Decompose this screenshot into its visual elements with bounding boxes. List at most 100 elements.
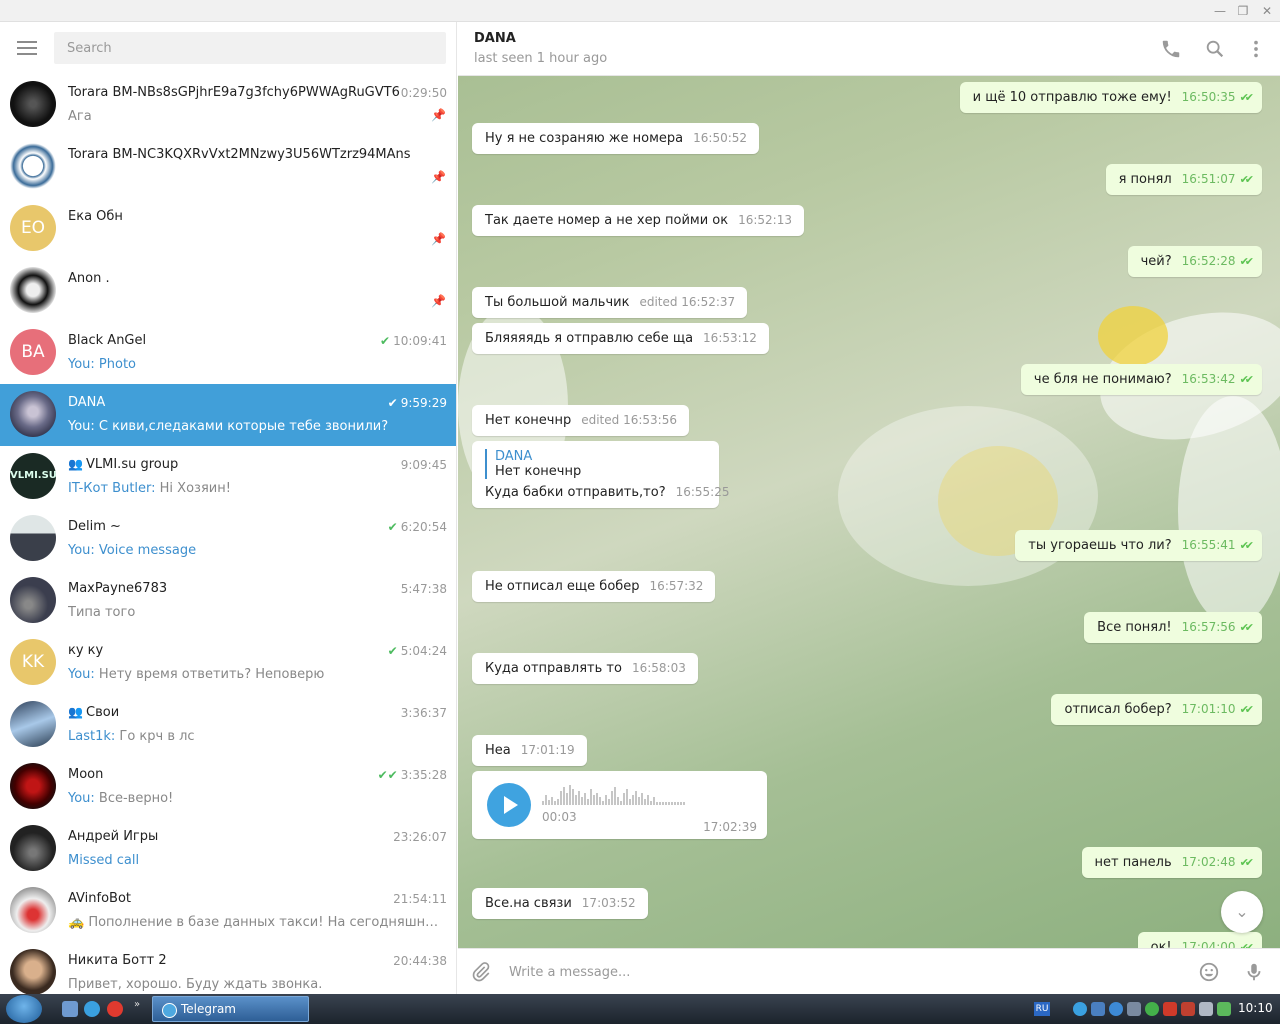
message-incoming[interactable]: Не отписал еще бобер 16:57:32	[472, 571, 716, 602]
message-outgoing[interactable]: нет панель 17:02:48 ✔✔	[1081, 847, 1262, 878]
chat-item-andrey[interactable]: Андрей Игры 23:26:07 Missed call	[0, 818, 456, 880]
chat-item-dana[interactable]: DANA ✔ 9:59:29 You: С киви,следаками кото…	[0, 384, 456, 446]
double-check-icon: ✔✔	[1239, 856, 1255, 869]
message-incoming[interactable]: Бляяяядь я отправлю себе ща 16:53:12	[472, 323, 769, 354]
close-icon[interactable]: ✕	[1259, 3, 1275, 19]
message-outgoing[interactable]: отписал бобер? 17:01:10 ✔✔	[1051, 694, 1262, 725]
chat-item-avinfobot[interactable]: AVinfoBot 21:54:11 🚕 Пополнение в базе д…	[0, 880, 456, 942]
message-incoming[interactable]: Неа 17:01:19	[472, 735, 587, 766]
avatar: KK	[10, 639, 56, 685]
message-composer	[458, 948, 1280, 994]
chat-sidebar: Torara BM-NBs8sGPjhrE9a7g3fchy6PWWAgRuGV…	[0, 22, 457, 994]
attach-icon[interactable]	[470, 961, 492, 983]
tray-utorrent-icon[interactable]	[1145, 1002, 1159, 1016]
chat-item-maxpayne[interactable]: MaxPayne6783 5:47:38 Типа того	[0, 570, 456, 632]
avatar	[10, 763, 56, 809]
maximize-icon[interactable]: ❐	[1235, 3, 1251, 19]
avatar	[10, 81, 56, 127]
hamburger-menu-icon[interactable]	[17, 41, 37, 55]
message-incoming[interactable]: Ну я не созраняю же номера 16:50:52	[472, 123, 760, 154]
tray-network-icon[interactable]	[1091, 1002, 1105, 1016]
tray-shield-icon[interactable]	[1217, 1002, 1231, 1016]
message-time: 17:03:52	[581, 896, 636, 910]
message-incoming[interactable]: Так даете номер а не хер пойми ок 16:52:1…	[472, 205, 804, 236]
scroll-down-button[interactable]: ⌄	[1221, 891, 1263, 933]
chat-item-anon[interactable]: Anon . 📌	[0, 260, 456, 322]
tray-telegram-icon[interactable]	[1073, 1002, 1087, 1016]
voice-waveform[interactable]	[542, 785, 752, 807]
message-text: Куда отправлять то	[485, 661, 622, 676]
overflow-chevron-icon[interactable]: »	[134, 999, 140, 1010]
chat-item-moon[interactable]: Moon ✔✔ 3:35:28 You: Все-верно!	[0, 756, 456, 818]
message-text: отписал бобер?	[1064, 702, 1172, 717]
chat-item-svoi[interactable]: 👥 Свои 3:36:37 Last1k: Го крч в лс	[0, 694, 456, 756]
chat-item-torara-1[interactable]: Torara BM-NBs8sGPjhrE9a7g3fchy6PWWAgRuGV…	[0, 74, 456, 136]
more-vertical-icon[interactable]	[1245, 38, 1267, 60]
volume-icon[interactable]	[1199, 1002, 1213, 1016]
chat-name: MaxPayne6783	[68, 581, 168, 596]
check-icon: ✔	[387, 396, 398, 410]
chat-item-black-angel[interactable]: BA Black AnGel ✔ 10:09:41 You: Photo	[0, 322, 456, 384]
avatar	[10, 825, 56, 871]
system-clock[interactable]: 10:10	[1238, 1001, 1273, 1015]
reply-quote[interactable]: DANA Нет конечнр	[485, 449, 707, 479]
tray-tools-icon[interactable]	[1181, 1002, 1195, 1016]
pin-icon: 📌	[431, 232, 446, 246]
chat-time: 23:26:07	[393, 830, 447, 844]
message-time: 16:53:12	[703, 331, 757, 345]
taskbar-telegram-button[interactable]: Telegram	[152, 996, 309, 1022]
message-outgoing[interactable]: че бля не понимаю? 16:53:42 ✔✔	[1020, 364, 1262, 395]
message-incoming[interactable]: Все.на связи 17:03:52	[472, 888, 648, 919]
microphone-icon[interactable]	[1243, 961, 1265, 983]
search-icon[interactable]	[1204, 38, 1226, 60]
chat-preview: You: Все-верно!	[68, 791, 174, 806]
telegram-icon[interactable]	[84, 1001, 100, 1017]
message-outgoing[interactable]: ок! 17:04:00 ✔✔	[1137, 932, 1262, 948]
message-outgoing[interactable]: ты угораешь что ли? 16:55:41 ✔✔	[1015, 530, 1262, 561]
message-incoming[interactable]: Ты большой мальчик edited 16:52:37	[472, 287, 748, 318]
tray-antivirus-icon[interactable]	[1163, 1002, 1177, 1016]
group-icon: 👥	[68, 457, 83, 471]
message-area[interactable]: и щё 10 отправлю тоже ему! 16:50:35 ✔✔ Ну …	[458, 76, 1280, 948]
message-incoming[interactable]: Нет конечнр edited 16:53:56	[472, 405, 689, 436]
chat-item-eka[interactable]: ЕО Ека Обн 📌	[0, 198, 456, 260]
minimize-icon[interactable]: —	[1212, 3, 1228, 19]
chat-item-torara-2[interactable]: Torara BM-NC3KQXRvVxt2MNzwy3U56WTzrz94MA…	[0, 136, 456, 198]
message-outgoing[interactable]: Все понял! 16:57:56 ✔✔	[1084, 612, 1262, 643]
chat-time: 9:09:45	[400, 458, 447, 472]
message-incoming[interactable]: Куда отправлять то 16:58:03	[472, 653, 698, 684]
chat-item-nikita[interactable]: Никита Ботт 2 20:44:38 Привет, хорошо. Б…	[0, 942, 456, 994]
peer-name[interactable]: DANA	[474, 31, 516, 46]
message-outgoing[interactable]: я понял 16:51:07 ✔✔	[1105, 164, 1262, 195]
desktop-icon[interactable]	[62, 1001, 78, 1017]
message-time: 16:53:42	[1181, 372, 1236, 386]
play-icon[interactable]	[487, 783, 531, 827]
chat-item-vlmi-group[interactable]: VLMI.SU 👥 VLMI.su group 9:09:45 IT-Кот Bu…	[0, 446, 456, 508]
message-incoming-reply[interactable]: DANA Нет конечнр Куда бабки отправить,то…	[472, 441, 730, 508]
tray-g-icon[interactable]	[1109, 1002, 1123, 1016]
search-input[interactable]	[54, 32, 446, 64]
phone-icon[interactable]	[1160, 38, 1182, 60]
message-input[interactable]	[509, 961, 1189, 983]
pin-icon: 📌	[431, 294, 446, 308]
chat-time: 0:29:50	[400, 86, 447, 100]
message-outgoing[interactable]: и щё 10 отправлю тоже ему! 16:50:35 ✔✔	[959, 82, 1262, 113]
message-outgoing[interactable]: чей? 16:52:28 ✔✔	[1127, 246, 1262, 277]
message-time: 17:02:48	[1181, 855, 1236, 869]
start-button[interactable]	[6, 995, 42, 1023]
tray-app-icon[interactable]	[1127, 1002, 1141, 1016]
message-text: ок!	[1150, 940, 1172, 948]
yandex-browser-icon[interactable]	[107, 1001, 123, 1017]
chat-preview: You: Photo	[68, 357, 137, 372]
chat-item-delim[interactable]: Delim ~ ✔ 6:20:54 You: Voice message	[0, 508, 456, 570]
voice-message[interactable]: 00:03 17:02:39	[472, 771, 767, 839]
chat-time: 3:36:37	[400, 706, 447, 720]
language-indicator[interactable]: RU	[1034, 1002, 1050, 1016]
emoji-icon[interactable]	[1198, 961, 1220, 983]
double-check-icon: ✔✔	[1239, 255, 1255, 268]
chat-time: ✔ 10:09:41	[380, 334, 447, 348]
avatar: VLMI.SU	[10, 453, 56, 499]
chat-item-kuku[interactable]: KK ку ку ✔ 5:04:24 You: Нету время ответи…	[0, 632, 456, 694]
chat-preview: Привет, хорошо. Буду ждать звонка.	[68, 977, 323, 992]
message-text: Все.на связи	[485, 896, 572, 911]
